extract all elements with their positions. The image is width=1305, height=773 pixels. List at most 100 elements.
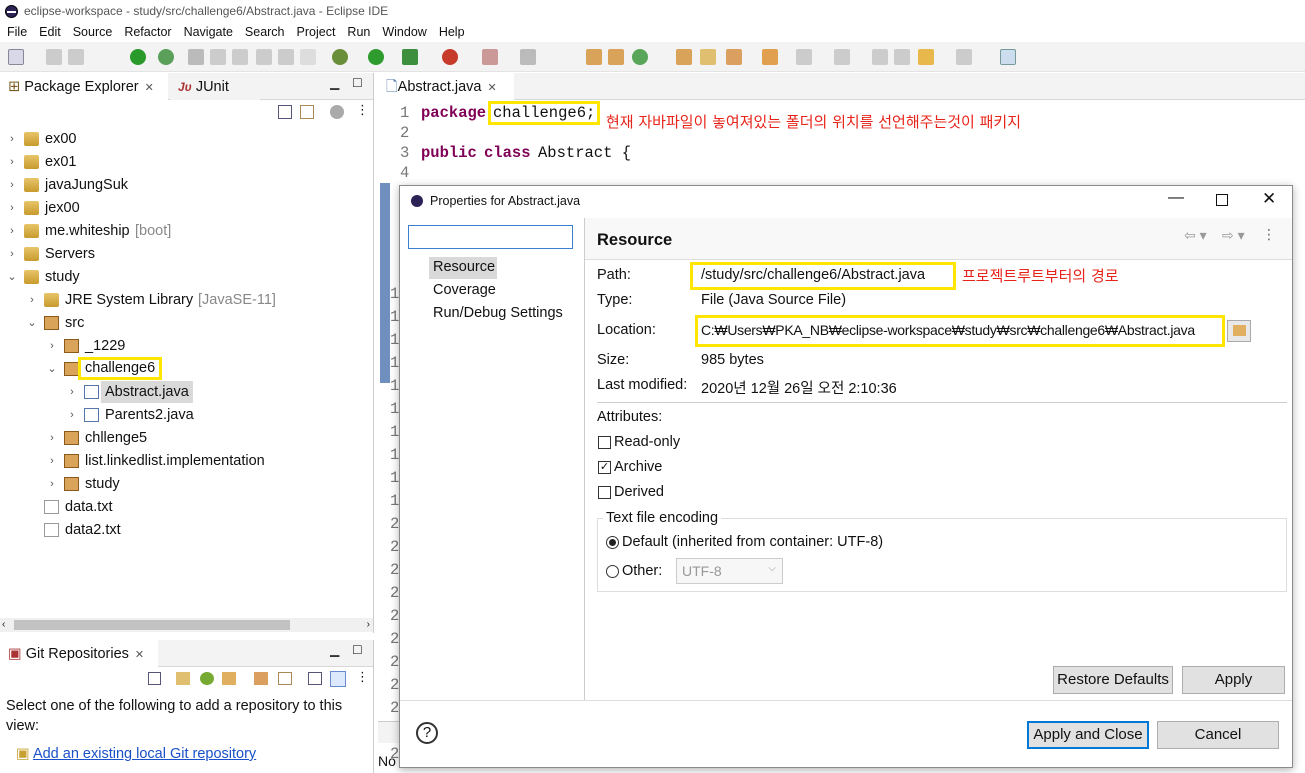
back-icon[interactable] bbox=[918, 49, 934, 65]
tool-icon[interactable] bbox=[232, 49, 248, 65]
tree-item[interactable]: › chllenge5 bbox=[0, 427, 370, 449]
pin-icon[interactable] bbox=[188, 49, 204, 65]
tab-package-explorer[interactable]: ⊞ Package Explorer ✕ bbox=[0, 73, 168, 100]
tree-item[interactable]: › jex00 bbox=[0, 197, 370, 219]
chevron-down-icon[interactable]: ⌄ bbox=[26, 312, 38, 334]
menu-edit[interactable]: Edit bbox=[32, 23, 66, 42]
label-icon[interactable] bbox=[330, 671, 346, 687]
new-icon[interactable] bbox=[8, 49, 24, 65]
prev-annotation-icon[interactable] bbox=[834, 49, 850, 65]
show-in-explorer-button[interactable] bbox=[1227, 320, 1251, 342]
derived-checkbox[interactable] bbox=[598, 486, 611, 499]
power-icon[interactable] bbox=[130, 49, 146, 65]
encoding-select[interactable]: UTF-8 ⌵ bbox=[676, 558, 783, 584]
chevron-right-icon[interactable]: › bbox=[46, 473, 58, 495]
filter-icon[interactable] bbox=[330, 105, 344, 119]
debug-icon[interactable] bbox=[332, 49, 348, 65]
help-icon[interactable]: ? bbox=[416, 722, 438, 744]
add-repository-icon[interactable] bbox=[176, 672, 190, 685]
view-menu-icon[interactable]: ⋮ bbox=[356, 102, 369, 118]
mark-icon[interactable] bbox=[256, 49, 272, 65]
menu-source[interactable]: Source bbox=[66, 23, 118, 42]
external-tools-icon[interactable] bbox=[442, 49, 458, 65]
stop-icon[interactable] bbox=[482, 49, 498, 65]
chevron-right-icon[interactable]: › bbox=[6, 174, 18, 196]
paragraph-icon[interactable] bbox=[300, 49, 316, 65]
nav-run-debug-settings[interactable]: Run/Debug Settings bbox=[433, 305, 563, 321]
archive-checkbox[interactable]: ✓ bbox=[598, 461, 611, 474]
back-icon[interactable]: ⇦ ▾ bbox=[1184, 227, 1207, 244]
default-encoding-radio[interactable] bbox=[606, 536, 619, 549]
redo-edit-icon[interactable] bbox=[894, 49, 910, 65]
maximize-icon[interactable]: ☐ bbox=[352, 643, 363, 657]
close-icon[interactable]: ✕ bbox=[1262, 189, 1276, 209]
menu-search[interactable]: Search bbox=[238, 23, 290, 42]
filter-input[interactable] bbox=[408, 225, 573, 249]
close-icon[interactable]: ✕ bbox=[488, 82, 497, 94]
run-icon[interactable] bbox=[368, 49, 384, 65]
new-class-icon[interactable] bbox=[632, 49, 648, 65]
chevron-right-icon[interactable]: › bbox=[66, 381, 78, 403]
view-menu-icon[interactable]: ⋮ bbox=[1262, 226, 1276, 243]
collapse-all-icon[interactable] bbox=[278, 105, 292, 119]
save-all-icon[interactable] bbox=[68, 49, 84, 65]
collapse-all-icon[interactable] bbox=[148, 672, 161, 685]
link-selection-icon[interactable] bbox=[278, 672, 292, 685]
horizontal-scrollbar[interactable]: ‹ › bbox=[0, 618, 373, 632]
open-perspective-icon[interactable] bbox=[1000, 49, 1016, 65]
tab-junit[interactable]: Jᴜ JUnit bbox=[170, 73, 260, 100]
restore-defaults-button[interactable]: Restore Defaults bbox=[1053, 666, 1173, 694]
forward-icon[interactable] bbox=[956, 49, 972, 65]
new-java-project-icon[interactable] bbox=[586, 49, 602, 65]
tree-item[interactable]: data2.txt bbox=[0, 519, 370, 541]
chevron-right-icon[interactable]: › bbox=[26, 289, 38, 311]
other-encoding-radio[interactable] bbox=[606, 565, 619, 578]
chevron-right-icon[interactable]: › bbox=[6, 128, 18, 150]
save-icon[interactable] bbox=[46, 49, 62, 65]
cancel-button[interactable]: Cancel bbox=[1157, 721, 1279, 749]
chevron-right-icon[interactable]: › bbox=[66, 404, 78, 426]
tree-item[interactable]: › JRE System Library [JavaSE-11] bbox=[0, 289, 370, 311]
tree-item[interactable]: › Parents2.java bbox=[0, 404, 370, 426]
tree-item[interactable]: › Servers bbox=[0, 243, 370, 265]
menu-run[interactable]: Run bbox=[340, 23, 375, 42]
close-icon[interactable]: ✕ bbox=[145, 82, 154, 94]
new-package-icon[interactable] bbox=[608, 49, 624, 65]
chevron-right-icon[interactable]: › bbox=[6, 220, 18, 242]
minimize-icon[interactable]: — bbox=[1168, 189, 1184, 207]
menu-help[interactable]: Help bbox=[432, 23, 470, 42]
last-edit-icon[interactable] bbox=[872, 49, 888, 65]
maximize-icon[interactable] bbox=[1216, 194, 1228, 206]
readonly-checkbox[interactable] bbox=[598, 436, 611, 449]
tree-item[interactable]: › javaJungSuk bbox=[0, 174, 370, 196]
build-icon[interactable] bbox=[520, 49, 536, 65]
refresh-icon[interactable] bbox=[254, 672, 268, 685]
tree-item[interactable]: › ex00 bbox=[0, 128, 370, 150]
close-icon[interactable]: ✕ bbox=[135, 649, 144, 661]
apply-and-close-button[interactable]: Apply and Close bbox=[1027, 721, 1149, 749]
tree-item[interactable]: › list.linkedlist.implementation bbox=[0, 450, 370, 472]
menu-window[interactable]: Window bbox=[375, 23, 431, 42]
chevron-right-icon[interactable]: › bbox=[46, 335, 58, 357]
chevron-right-icon[interactable]: › bbox=[6, 151, 18, 173]
open-folder-icon[interactable] bbox=[700, 49, 716, 65]
menu-file[interactable]: File bbox=[0, 23, 32, 42]
skip-breakpoints-icon[interactable] bbox=[158, 49, 174, 65]
add-existing-repo-link[interactable]: ▣ Add an existing local Git repository bbox=[16, 746, 256, 762]
chevron-down-icon[interactable]: ⌄ bbox=[46, 358, 58, 380]
open-type-icon[interactable] bbox=[676, 49, 692, 65]
tree-item[interactable]: ⌄ study bbox=[0, 266, 370, 288]
tree-item[interactable]: › study bbox=[0, 473, 370, 495]
tree-item[interactable]: › Abstract.java bbox=[0, 381, 370, 403]
link-editor-icon[interactable] bbox=[300, 105, 314, 119]
pen-icon[interactable] bbox=[210, 49, 226, 65]
chevron-right-icon[interactable]: › bbox=[6, 243, 18, 265]
chevron-right-icon[interactable]: › bbox=[46, 450, 58, 472]
clone-repository-icon[interactable] bbox=[200, 672, 214, 685]
minimize-icon[interactable]: ▁ bbox=[330, 76, 339, 90]
tree-item[interactable]: › _1229 bbox=[0, 335, 370, 357]
tree-item[interactable]: › ex01 bbox=[0, 151, 370, 173]
tab-abstract-java[interactable]: 🗋Abstract.java ✕ bbox=[378, 73, 514, 100]
tree-item[interactable]: › me.whiteship [boot] bbox=[0, 220, 370, 242]
tree-item[interactable]: data.txt bbox=[0, 496, 370, 518]
